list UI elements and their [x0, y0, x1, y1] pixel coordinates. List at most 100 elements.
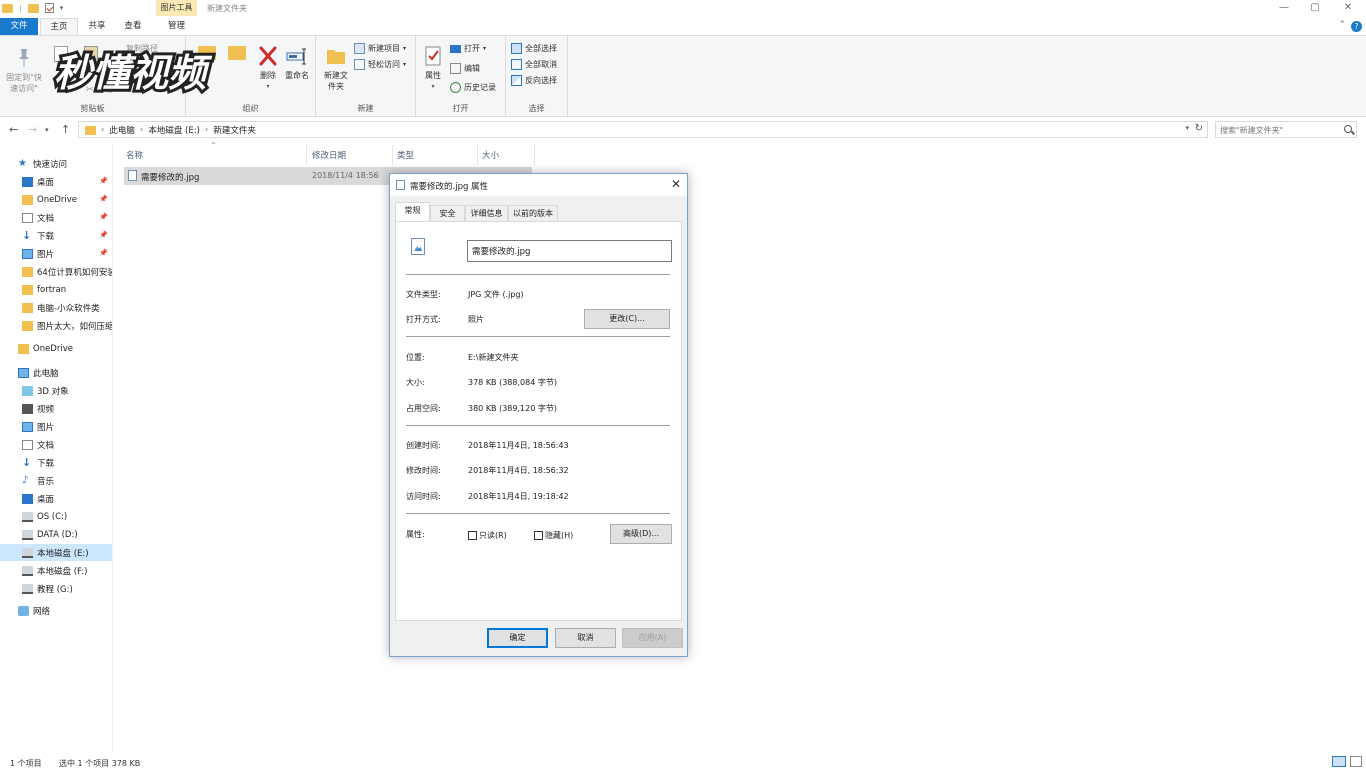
recent-chevron-down-icon[interactable]: ▾ [45, 126, 49, 134]
select-none-icon [511, 59, 522, 70]
maximize-button[interactable]: ▢ [1303, 1, 1327, 15]
search-icon[interactable] [1344, 125, 1352, 133]
nav-quick-desktop[interactable]: 桌面 📌 [0, 173, 112, 190]
tab-view[interactable]: 查看 [116, 18, 150, 35]
column-separator[interactable] [306, 145, 307, 165]
column-header-type[interactable]: 类型 [397, 149, 414, 161]
details-view-icon[interactable] [1332, 756, 1346, 767]
nav-quick-onedrive[interactable]: OneDrive 📌 [0, 191, 112, 208]
nav-pc-music[interactable]: ♪ 音乐 [0, 472, 112, 489]
readonly-checkbox[interactable]: 只读(R) [468, 530, 507, 541]
rename-button[interactable]: 重命名 [282, 44, 312, 81]
select-none-button[interactable]: 全部取消 [511, 59, 557, 70]
apply-button[interactable]: 应用(A) [622, 628, 683, 648]
large-icons-view-icon[interactable] [1350, 756, 1362, 767]
nav-pc-drive-d[interactable]: DATA (D:) [0, 526, 112, 543]
nav-pc-drive-f[interactable]: 本地磁盘 (F:) [0, 562, 112, 579]
change-button[interactable]: 更改(C)... [584, 309, 670, 329]
invert-selection-button[interactable]: 反向选择 [511, 75, 557, 86]
help-icon[interactable]: ? [1351, 21, 1362, 32]
nav-pc-3d-objects[interactable]: 3D 对象 [0, 382, 112, 399]
advanced-button[interactable]: 高级(D)... [610, 524, 672, 544]
nav-pc-documents[interactable]: 文档 [0, 436, 112, 453]
column-separator[interactable] [534, 145, 535, 165]
nav-pc-drive-g[interactable]: 教程 (G:) [0, 580, 112, 597]
checkbox-box[interactable] [534, 531, 543, 540]
back-arrow-icon[interactable]: ← [9, 123, 18, 136]
column-header-name[interactable]: 名称 [126, 149, 143, 161]
file-type-label: 文件类型: [406, 290, 441, 299]
column-header-size[interactable]: 大小 [482, 149, 499, 161]
nav-network-label: 网络 [33, 606, 51, 617]
nav-pc-videos[interactable]: 视频 [0, 400, 112, 417]
ok-button[interactable]: 确定 [487, 628, 548, 648]
easy-access-button[interactable]: 轻松访问 ▾ [354, 59, 406, 70]
tab-home[interactable]: 主页 [40, 18, 78, 35]
pin-icon[interactable]: 📌 [99, 249, 108, 257]
pin-icon[interactable]: 📌 [99, 213, 108, 221]
nav-quick-access[interactable]: ★ 快速访问 [0, 155, 112, 172]
column-separator[interactable] [477, 145, 478, 165]
column-header-date[interactable]: 修改日期 [312, 149, 346, 161]
tab-previous-versions[interactable]: 以前的版本 [508, 205, 558, 222]
pin-quick-access-button[interactable]: 固定到"快速访问" [4, 46, 44, 94]
nav-quick-downloads[interactable]: ↓ 下载 📌 [0, 227, 112, 244]
file-name-field[interactable] [467, 240, 672, 262]
nav-quick-folder-compress[interactable]: 图片太大，如何压缩 [0, 317, 112, 334]
pin-icon[interactable]: 📌 [99, 195, 108, 203]
breadcrumb-this-pc[interactable]: 此电脑 [109, 124, 135, 136]
properties-button[interactable]: 属性 ▾ [420, 44, 446, 92]
edit-button[interactable]: 编辑 [450, 63, 480, 74]
chevron-right-icon[interactable]: › [205, 125, 208, 135]
history-button[interactable]: 历史记录 [450, 82, 496, 93]
refresh-icon[interactable]: ↻ [1195, 123, 1203, 134]
nav-network[interactable]: 网络 [0, 602, 112, 619]
tab-general[interactable]: 常规 [395, 202, 430, 222]
hidden-checkbox[interactable]: 隐藏(H) [534, 530, 573, 541]
nav-quick-pictures[interactable]: 图片 📌 [0, 245, 112, 262]
search-box[interactable] [1215, 121, 1357, 138]
dialog-close-icon[interactable]: ✕ [671, 177, 681, 191]
tab-file[interactable]: 文件 [0, 18, 38, 35]
new-folder-button[interactable]: 新建文件夹 [320, 44, 352, 92]
new-item-button[interactable]: 新建项目 ▾ [354, 43, 406, 54]
tab-share[interactable]: 共享 [80, 18, 114, 35]
address-history-chevron-icon[interactable]: ▾ [1185, 124, 1189, 132]
breadcrumb-drive-e[interactable]: 本地磁盘 (E:) [148, 124, 200, 136]
nav-pc-desktop[interactable]: 桌面 [0, 490, 112, 507]
checkbox-box[interactable] [468, 531, 477, 540]
collapse-ribbon-icon[interactable]: ⌃ [1338, 20, 1346, 30]
chevron-right-icon[interactable]: › [140, 125, 143, 135]
breadcrumb-new-folder[interactable]: 新建文件夹 [213, 124, 256, 136]
address-box[interactable]: › 此电脑 › 本地磁盘 (E:) › 新建文件夹 ▾ ↻ [78, 121, 1208, 138]
tab-security[interactable]: 安全 [430, 205, 465, 222]
nav-quick-folder-fortran[interactable]: fortran [0, 281, 112, 298]
tab-details[interactable]: 详细信息 [465, 205, 508, 222]
nav-pc-drive-c[interactable]: OS (C:) [0, 508, 112, 525]
nav-pc-downloads[interactable]: ↓ 下载 [0, 454, 112, 471]
column-separator[interactable] [392, 145, 393, 165]
nav-this-pc[interactable]: 此电脑 [0, 364, 112, 381]
nav-quick-folder-64bit[interactable]: 64位计算机如何安装 [0, 263, 112, 280]
properties-qat-icon[interactable] [44, 3, 54, 13]
up-arrow-icon[interactable]: ↑ [61, 123, 70, 136]
nav-quick-folder-software[interactable]: 电脑-小众软件类 [0, 299, 112, 316]
select-all-button[interactable]: 全部选择 [511, 43, 557, 54]
chevron-right-icon[interactable]: › [101, 125, 104, 135]
nav-pc-drive-e[interactable]: 本地磁盘 (E:) [0, 544, 112, 561]
nav-onedrive[interactable]: OneDrive [0, 340, 112, 357]
cancel-button[interactable]: 取消 [555, 628, 616, 648]
close-window-button[interactable]: ✕ [1336, 1, 1360, 15]
new-folder-qat-icon[interactable] [27, 3, 39, 13]
customize-qat-icon[interactable]: ▾ [60, 4, 64, 12]
nav-quick-documents[interactable]: 文档 📌 [0, 209, 112, 226]
pin-icon[interactable]: 📌 [99, 177, 108, 185]
nav-pc-pictures[interactable]: 图片 [0, 418, 112, 435]
search-input[interactable] [1220, 123, 1340, 137]
new-folder-icon [324, 44, 348, 68]
minimize-button[interactable]: — [1272, 1, 1296, 15]
open-button[interactable]: 打开 ▾ [450, 43, 486, 54]
forward-arrow-icon[interactable]: → [28, 123, 37, 136]
pin-icon[interactable]: 📌 [99, 231, 108, 239]
tab-manage[interactable]: 管理 [156, 18, 197, 35]
